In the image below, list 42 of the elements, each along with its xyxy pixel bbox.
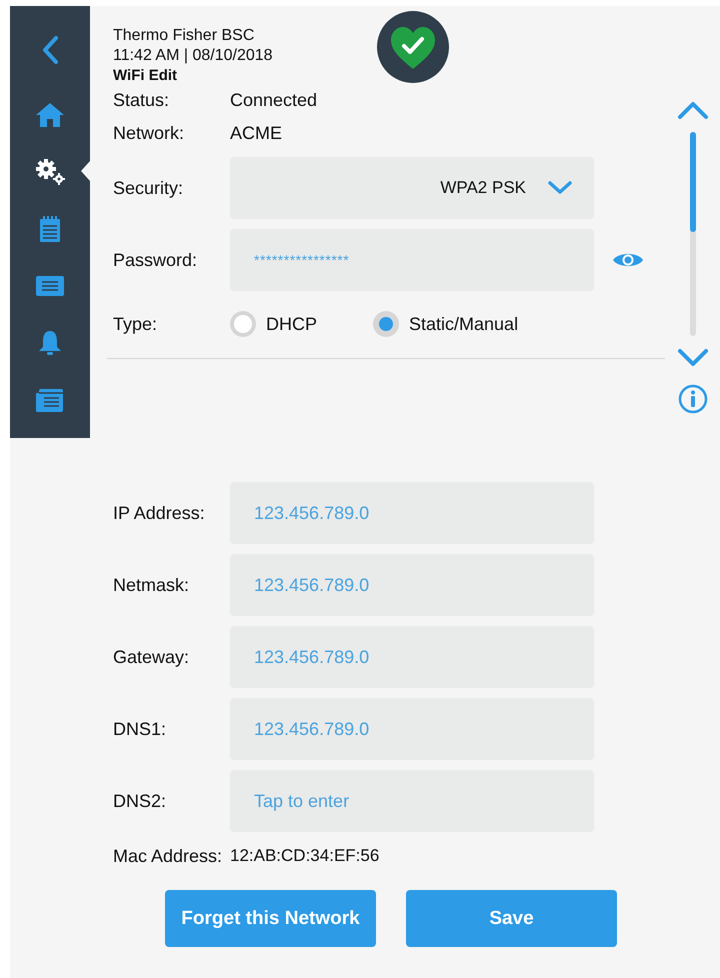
chevron-up-icon[interactable] — [676, 100, 708, 120]
field-label: IP Address: — [113, 502, 206, 524]
password-field[interactable]: **************** — [230, 229, 594, 291]
security-dropdown[interactable]: WPA2 PSK — [230, 157, 594, 219]
field-label: Type: — [113, 314, 158, 334]
action-button[interactable]: Save — [406, 890, 617, 947]
device-name: Thermo Fisher BSC — [113, 26, 256, 46]
bell-icon[interactable] — [37, 328, 63, 356]
monitor-icon[interactable] — [35, 274, 65, 296]
back-icon[interactable] — [40, 35, 60, 65]
selection-pointer — [81, 161, 90, 181]
notepad-icon[interactable] — [38, 214, 62, 242]
scrollbar[interactable] — [688, 132, 696, 336]
field-label: Network: — [113, 123, 186, 144]
field-value: 12:AB:CD:34:EF:56 — [230, 846, 380, 866]
chevron-down-icon[interactable] — [676, 348, 708, 368]
radio-option[interactable]: DHCP — [230, 311, 318, 337]
list-calendar-icon[interactable] — [35, 386, 65, 412]
field-value: ACME — [230, 123, 282, 144]
field-value: Connected — [230, 90, 318, 111]
chevron-down-icon — [548, 181, 572, 195]
input-field[interactable]: 123.456.789.0 — [230, 482, 594, 544]
field-label: Netmask: — [113, 574, 190, 596]
date-time: 11:42 AM | 08/10/2018 — [113, 46, 274, 66]
input-field[interactable]: Tap to enter — [230, 770, 594, 832]
input-field[interactable]: 123.456.789.0 — [230, 626, 594, 688]
screen-title: WiFi Edit — [113, 66, 178, 86]
field-label: DNS2: — [113, 790, 168, 812]
input-field[interactable]: 123.456.789.0 — [230, 554, 594, 616]
heart-check-icon — [377, 11, 449, 83]
field-label: Password: — [113, 250, 198, 270]
home-icon[interactable] — [34, 100, 66, 128]
info-icon[interactable] — [678, 384, 708, 414]
field-label: Mac Address: — [113, 846, 224, 866]
field-label: Status: — [113, 90, 170, 111]
action-button[interactable]: Forget this Network — [165, 890, 376, 947]
field-label: Gateway: — [113, 646, 190, 668]
input-field[interactable]: 123.456.789.0 — [230, 698, 594, 760]
radio-option[interactable]: Static/Manual — [373, 311, 518, 337]
field-label: DNS1: — [113, 718, 168, 740]
gears-icon[interactable] — [34, 158, 66, 186]
field-label: Security: — [113, 178, 184, 198]
